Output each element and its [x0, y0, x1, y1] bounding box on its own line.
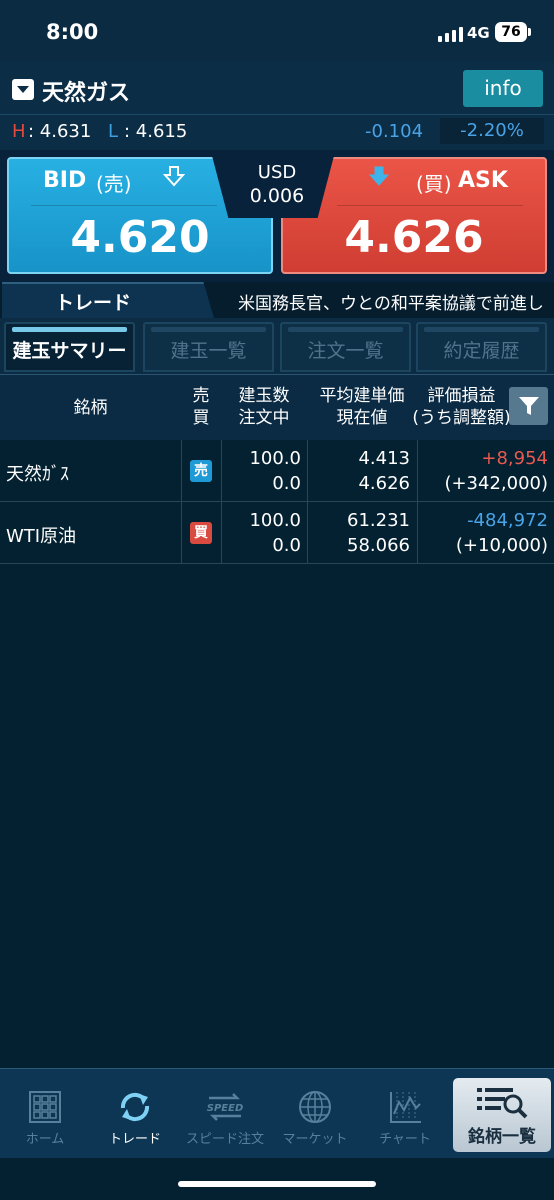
nav-label: トレード — [108, 1132, 161, 1147]
refresh-arrows-icon — [120, 1092, 150, 1122]
high-value: : 4.631 — [28, 121, 92, 142]
row-symbol-name: 天然ｶﾞｽ — [6, 464, 69, 485]
price-change: -0.104 — [365, 121, 424, 142]
list-search-icon — [477, 1088, 528, 1119]
row-pending: 0.0 — [272, 535, 301, 556]
row-quantity: 100.0 — [249, 448, 301, 469]
row-adjustment: (+342,000) — [444, 473, 548, 494]
filter-button[interactable] — [509, 387, 548, 425]
high-label: H — [12, 121, 26, 142]
down-arrow-icon — [368, 166, 390, 186]
nav-symbol-list[interactable]: 銘柄一覧 — [453, 1078, 551, 1152]
nav-label: スピード注文 — [185, 1132, 264, 1147]
row-pending: 0.0 — [272, 473, 301, 494]
bid-divider — [31, 205, 217, 206]
news-ticker[interactable]: 米国務長官、ウとの和平案協議で前進し — [238, 289, 554, 314]
nav-speed-order[interactable]: SPEED スピード注文 — [181, 1068, 269, 1158]
chart-icon — [390, 1092, 421, 1123]
low-value: : 4.615 — [124, 121, 188, 142]
tab-execution-history[interactable]: 約定履歴 — [416, 322, 547, 372]
globe-icon — [299, 1091, 331, 1123]
buy-badge: 買 — [190, 522, 212, 544]
speed-icon-text: SPEED — [207, 1103, 243, 1114]
row-current-price: 58.066 — [347, 535, 410, 556]
column-header-quantity: 建玉数 注文中 — [238, 386, 290, 428]
nav-home[interactable]: ホーム — [1, 1068, 89, 1158]
ask-side-label: (買) — [416, 172, 452, 196]
spread-value: 0.006 — [249, 185, 305, 207]
column-header-price: 平均建単価 現在値 — [319, 386, 405, 428]
tab-order-list[interactable]: 注文一覧 — [280, 322, 411, 372]
battery-tip — [528, 28, 531, 36]
trade-label: トレード — [55, 292, 132, 314]
bid-side-label: (売) — [96, 172, 132, 196]
nav-trade[interactable]: トレード — [91, 1068, 179, 1158]
row-avg-price: 61.231 — [347, 510, 410, 531]
battery-icon: 76 — [495, 22, 527, 42]
info-button[interactable]: info — [463, 70, 543, 107]
column-header-name: 銘柄 — [73, 398, 108, 418]
row-symbol-name: WTI原油 — [6, 526, 77, 547]
bid-label: BID — [43, 168, 87, 193]
home-indicator — [178, 1181, 376, 1187]
symbol-selector[interactable]: 天然ガス — [42, 75, 130, 107]
nav-market[interactable]: マーケット — [271, 1068, 359, 1158]
row-adjustment: (+10,000) — [455, 535, 548, 556]
nav-chart[interactable]: チャート — [361, 1068, 449, 1158]
tab-position-list[interactable]: 建玉一覧 — [143, 322, 274, 372]
spread-currency: USD — [257, 162, 297, 183]
row-quantity: 100.0 — [249, 510, 301, 531]
row-profit-loss: -484,972 — [467, 510, 548, 531]
tab-position-summary[interactable]: 建玉サマリー — [4, 322, 135, 372]
column-divider — [181, 440, 182, 564]
row-profit-loss: +8,954 — [481, 448, 548, 469]
row-avg-price: 4.413 — [358, 448, 410, 469]
network-type: 4G — [467, 24, 490, 42]
dropdown-icon[interactable] — [12, 79, 34, 100]
nav-label: ホーム — [25, 1132, 65, 1147]
ask-divider — [337, 205, 523, 206]
price-change-percent: -2.20% — [440, 118, 544, 144]
down-arrow-icon — [163, 166, 185, 187]
signal-icon — [438, 26, 464, 42]
row-current-price: 4.626 — [358, 473, 410, 494]
nav-label: マーケット — [282, 1132, 348, 1147]
grid-icon — [29, 1091, 61, 1123]
ask-label: ASK — [458, 168, 508, 193]
speed-icon: SPEED — [207, 1093, 243, 1121]
ask-price: 4.626 — [344, 212, 484, 263]
bid-price: 4.620 — [70, 212, 210, 263]
low-label: L — [108, 121, 119, 142]
status-time: 8:00 — [46, 20, 99, 44]
column-header-profit-loss: 評価損益 (うち調整額) — [412, 386, 511, 428]
column-header-side: 売 買 — [192, 386, 210, 428]
sell-badge: 売 — [190, 460, 212, 482]
nav-label: 銘柄一覧 — [468, 1127, 536, 1147]
filter-icon — [519, 397, 539, 415]
nav-label: チャート — [379, 1132, 431, 1147]
